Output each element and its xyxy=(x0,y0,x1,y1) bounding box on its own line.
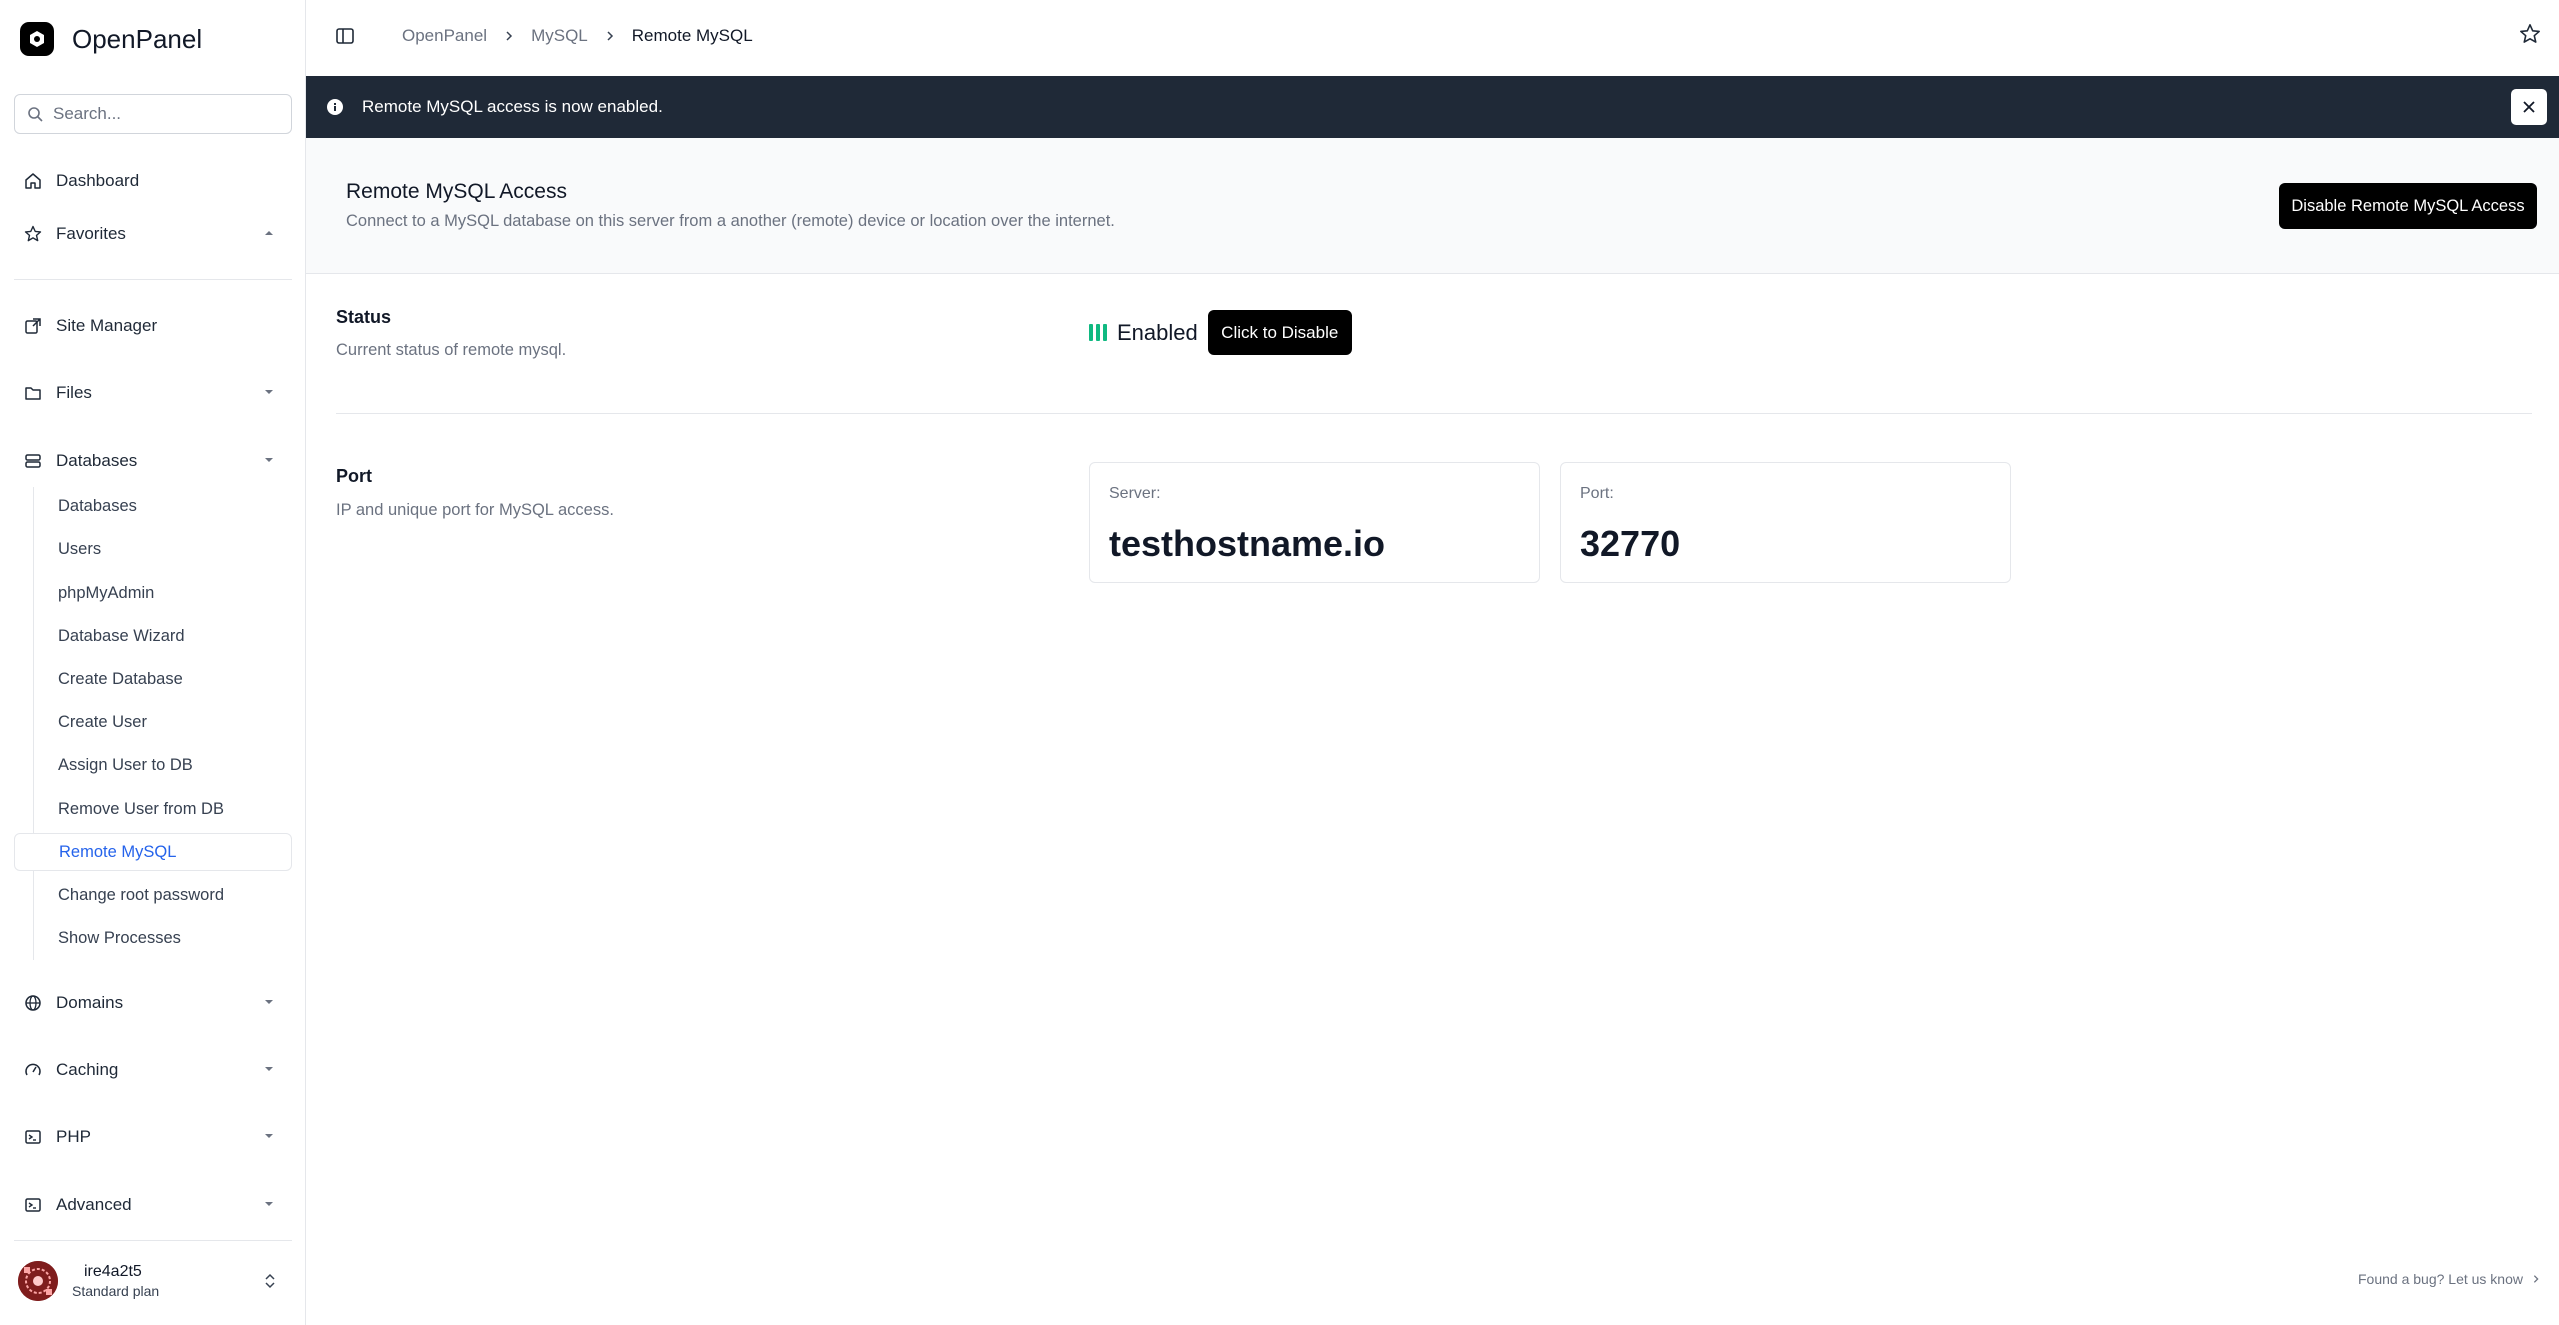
user-menu[interactable]: ire4a2t5 Standard plan xyxy=(18,1258,288,1304)
divider xyxy=(14,1240,292,1241)
report-bug-link[interactable]: Found a bug? Let us know xyxy=(2358,1271,2541,1287)
breadcrumb-remote-mysql: Remote MySQL xyxy=(631,26,753,45)
sidebar-item-favorites[interactable]: Favorites xyxy=(14,214,292,254)
database-icon xyxy=(25,454,41,468)
sidebar-item-label: Dashboard xyxy=(56,171,140,190)
external-link-icon xyxy=(25,318,41,334)
sidebar-item-label: Files xyxy=(56,383,92,402)
sidebar-item-label: Databases xyxy=(56,451,138,470)
chevron-down-icon xyxy=(265,1134,273,1138)
home-icon xyxy=(25,173,41,189)
sidebar-toggle-icon[interactable] xyxy=(335,26,355,46)
section-divider xyxy=(336,413,2532,414)
chevron-down-icon xyxy=(265,458,273,462)
breadcrumb-openpanel[interactable]: OpenPanel xyxy=(402,26,487,46)
chevron-right-icon xyxy=(607,31,613,41)
chevron-down-icon xyxy=(265,390,273,394)
sidebar-subitem-create-user[interactable]: Create User xyxy=(14,703,292,741)
search-icon xyxy=(28,107,43,122)
sidebar-item-label: Favorites xyxy=(56,224,126,243)
chevron-right-icon xyxy=(506,31,513,41)
status-bars-icon xyxy=(1089,324,1107,341)
click-to-disable-button[interactable]: Click to Disable xyxy=(1207,310,1352,355)
chevrons-up-down-icon xyxy=(265,1273,275,1289)
chevron-up-icon xyxy=(265,231,273,235)
chevron-down-icon xyxy=(265,1202,273,1206)
sidebar-item-label: Caching xyxy=(56,1060,119,1079)
close-icon xyxy=(2523,101,2535,113)
chevron-down-icon xyxy=(265,1000,273,1004)
sidebar-item-domains[interactable]: Domains xyxy=(14,983,292,1023)
sidebar-item-advanced[interactable]: Advanced xyxy=(14,1185,292,1225)
breadcrumb: OpenPanel MySQL Remote MySQL xyxy=(402,26,753,46)
sidebar-subitem-phpmyadmin[interactable]: phpMyAdmin xyxy=(14,574,292,612)
openpanel-logo-icon xyxy=(20,22,54,56)
sidebar-item-dashboard[interactable]: Dashboard xyxy=(14,161,292,201)
status-indicator: Enabled Click to Disable xyxy=(1089,310,1352,355)
topbar: OpenPanel MySQL Remote MySQL xyxy=(306,0,2559,76)
user-plan: Standard plan xyxy=(72,1283,160,1299)
status-description: Current status of remote mysql. xyxy=(336,341,567,359)
sidebar-subitem-remote-mysql[interactable]: Remote MySQL xyxy=(14,833,292,871)
port-card: Port: 32770 xyxy=(1560,462,2011,583)
star-icon[interactable] xyxy=(2519,23,2541,45)
server-card: Server: testhostname.io xyxy=(1089,462,1540,583)
port-label: Port: xyxy=(1580,485,1614,502)
port-title: Port xyxy=(336,466,372,486)
star-icon xyxy=(24,225,42,242)
breadcrumb-mysql[interactable]: MySQL xyxy=(531,26,588,46)
app-name: OpenPanel xyxy=(72,23,203,54)
sidebar-item-label: Site Manager xyxy=(56,316,158,335)
gauge-icon xyxy=(25,1063,41,1076)
sidebar-subitem-create-database[interactable]: Create Database xyxy=(14,660,292,698)
port-description: IP and unique port for MySQL access. xyxy=(336,501,614,519)
sidebar-item-databases[interactable]: Databases xyxy=(14,441,292,481)
avatar xyxy=(18,1261,58,1301)
port-value: 32770 xyxy=(1580,523,1681,564)
user-name: ire4a2t5 xyxy=(84,1263,142,1280)
page-header: Remote MySQL Access Connect to a MySQL d… xyxy=(306,138,2559,274)
info-icon xyxy=(327,99,343,115)
sidebar-item-caching[interactable]: Caching xyxy=(14,1050,292,1090)
divider xyxy=(14,279,292,280)
sidebar-subitem-users[interactable]: Users xyxy=(14,530,292,568)
alert-banner: Remote MySQL access is now enabled. xyxy=(306,76,2559,138)
sidebar: OpenPanel Dashboard Favorites Site Manag… xyxy=(0,0,306,1325)
sidebar-subitem-show-processes[interactable]: Show Processes xyxy=(14,919,292,957)
alert-close-button[interactable] xyxy=(2511,89,2547,125)
sidebar-item-label: Domains xyxy=(56,993,124,1012)
sidebar-subitem-databases[interactable]: Databases xyxy=(14,487,292,525)
server-value: testhostname.io xyxy=(1109,523,1386,564)
brand[interactable]: OpenPanel xyxy=(20,22,202,56)
sidebar-item-label: PHP xyxy=(56,1127,91,1146)
terminal-icon xyxy=(25,1130,41,1144)
sidebar-subitem-database-wizard[interactable]: Database Wizard xyxy=(14,617,292,655)
sidebar-item-site-manager[interactable]: Site Manager xyxy=(14,306,292,346)
globe-icon xyxy=(25,995,41,1011)
status-title: Status xyxy=(336,307,392,327)
terminal-icon xyxy=(25,1198,41,1212)
page-title: Remote MySQL Access xyxy=(346,180,567,203)
disable-remote-mysql-button[interactable]: Disable Remote MySQL Access xyxy=(2279,183,2537,229)
status-value: Enabled xyxy=(1117,319,1198,345)
sidebar-item-label: Advanced xyxy=(56,1195,132,1214)
sidebar-item-files[interactable]: Files xyxy=(14,373,292,413)
sidebar-item-php[interactable]: PHP xyxy=(14,1117,292,1157)
sidebar-subitem-assign-user[interactable]: Assign User to DB xyxy=(14,746,292,784)
chevron-right-icon xyxy=(2533,1275,2539,1283)
server-label: Server: xyxy=(1109,485,1161,502)
search-box[interactable] xyxy=(14,94,292,134)
sidebar-subitem-remove-user[interactable]: Remove User from DB xyxy=(14,790,292,828)
page-description: Connect to a MySQL database on this serv… xyxy=(346,212,1115,230)
report-bug-label: Found a bug? Let us know xyxy=(2357,1271,2523,1287)
alert-message: Remote MySQL access is now enabled. xyxy=(362,97,663,116)
search-input[interactable] xyxy=(53,104,273,124)
folder-icon xyxy=(25,387,41,400)
sidebar-subitem-change-root-password[interactable]: Change root password xyxy=(14,876,292,914)
chevron-down-icon xyxy=(265,1067,273,1071)
